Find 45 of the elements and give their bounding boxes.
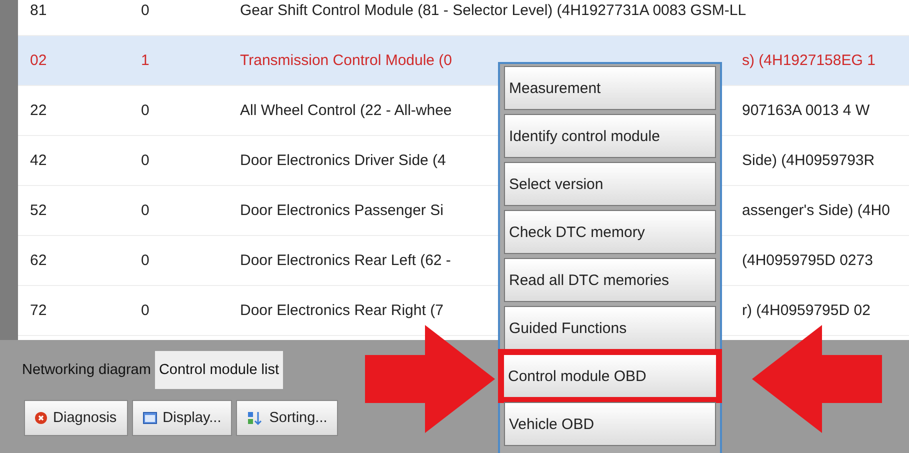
table-cell-text: Door Electronics Rear Right (7 <box>239 302 444 319</box>
error-icon <box>35 412 47 424</box>
table-cell-text: 0 <box>140 252 150 269</box>
table-cell-text: All Wheel Control (22 - All-whee <box>239 102 453 119</box>
table-cell-text: Door Electronics Passenger Si <box>239 202 444 219</box>
table-cell: r) (4H0959795D 02 <box>742 302 870 319</box>
table-cell: assenger's Side) (4H0 <box>742 202 890 219</box>
menu-item[interactable]: Vehicle OBD <box>504 402 716 446</box>
table-cell: s) (4H1927158EG 1 <box>742 52 876 69</box>
arrow-icon <box>365 325 495 433</box>
table-cell-text: 72 <box>29 302 48 319</box>
table-cell: Side) (4H0959793R <box>742 152 875 169</box>
table-cell-text: 02 <box>29 52 48 69</box>
table-cell-text: 62 <box>29 252 48 269</box>
menu-item[interactable]: Select version <box>504 162 716 206</box>
table-cell-text: 0 <box>140 102 150 119</box>
table-cell: (4H0959795D 0273 <box>742 252 873 269</box>
toolbar-button[interactable]: Sorting... <box>236 400 338 436</box>
table-cell-text: 81 <box>29 2 48 19</box>
arrow-icon <box>752 325 882 433</box>
table-cell-text: 42 <box>29 152 48 169</box>
table-cell-text: 0 <box>140 302 150 319</box>
toolbar-button[interactable]: Display... <box>132 400 232 436</box>
table-cell-text: Door Electronics Rear Left (62 - <box>239 252 452 269</box>
menu-item[interactable]: Guided Functions <box>504 306 716 350</box>
table-cell-text: 22 <box>29 102 48 119</box>
menu-item[interactable]: Control module OBD <box>498 349 722 403</box>
table-cell-text: Door Electronics Driver Side (4 <box>239 152 447 169</box>
menu-item[interactable]: Check DTC memory <box>504 210 716 254</box>
view-tab[interactable]: Networking diagram <box>18 351 155 389</box>
table-cell-text: 0 <box>140 2 150 19</box>
table-cell-text: 0 <box>140 202 150 219</box>
sort-icon <box>247 411 264 425</box>
table-cell-text: Gear Shift Control Module (81 - Selector Level) (4H1927731A 0083 GSM-LL <box>239 2 746 19</box>
menu-item[interactable]: Identify control module <box>504 114 716 158</box>
table-cell-text: Transmission Control Module (0 <box>239 52 454 69</box>
table-cell-text: 0 <box>140 152 150 169</box>
toolbar-button[interactable]: Diagnosis <box>24 400 128 436</box>
table-cell-text: 1 <box>140 52 150 69</box>
menu-item[interactable]: Measurement <box>504 66 716 110</box>
table-cell: 907163A 0013 4 W <box>742 102 870 119</box>
menu-item[interactable]: Read all DTC memories <box>504 258 716 302</box>
window-icon <box>142 412 157 424</box>
table-cell-text: 52 <box>29 202 48 219</box>
view-tab[interactable]: Control module list <box>154 351 284 389</box>
